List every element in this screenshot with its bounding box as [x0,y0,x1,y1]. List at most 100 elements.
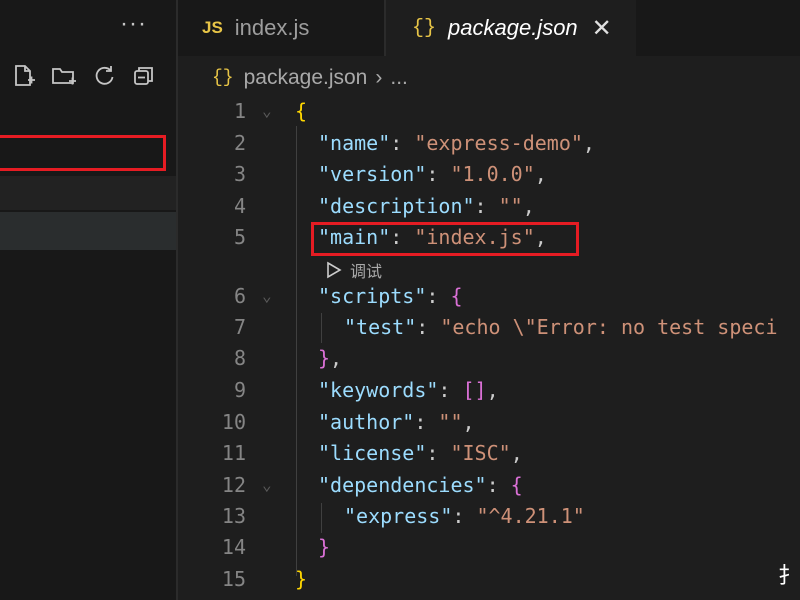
code-token: : [486,473,511,497]
codelens-label: 调试 [350,262,383,281]
tab-index-js[interactable]: JS index.js [178,0,384,56]
line-number: 6 [233,284,246,308]
explorer-item-selected[interactable] [0,212,176,250]
code-line[interactable]: 10 "author": "", [178,407,800,437]
line-number: 9 [233,378,246,402]
code-editor[interactable]: 1 ⌄ {2 "name": "express-demo", 3 "version": "… [178,96,800,600]
code-token: : [452,504,477,528]
line-number: 8 [233,346,246,370]
refresh-icon[interactable] [90,62,118,90]
tab-label: package.json [448,15,578,40]
fold-chevron-icon[interactable]: ⌄ [262,281,272,311]
code-text: { [295,96,307,126]
code-line[interactable]: 13 "express": "^4.21.1" [178,501,800,531]
code-token: , [330,346,343,370]
line-number: 5 [233,225,246,249]
collapse-all-icon[interactable] [130,62,158,90]
code-highlight-box [311,222,579,256]
fold-chevron-icon[interactable]: ⌄ [262,470,272,500]
line-number: 15 [221,567,246,591]
code-token: : [390,131,415,155]
code-text: "keywords": [], [318,375,499,405]
explorer-sidebar: ··· [0,0,176,600]
sidebar-highlight-box [0,135,166,171]
code-token: , [534,162,547,186]
breadcrumb-file[interactable]: package.json [244,66,368,90]
code-token: , [582,131,595,155]
code-text: "name": "express-demo", [318,128,595,158]
code-token: "author" [318,410,415,434]
code-text: "description": "", [318,191,535,221]
debug-codelens[interactable]: 调试 [326,259,382,281]
code-token: { [450,284,463,308]
code-token: "test" [344,315,417,339]
code-token: "" [498,194,523,218]
code-line[interactable]: 8}, [178,343,800,373]
code-token: } [318,346,331,370]
code-line[interactable]: 15} [178,564,800,594]
code-text: "version": "1.0.0", [318,159,547,189]
code-text: "dependencies": { [318,470,523,500]
code-token: } [318,535,331,559]
line-number: 10 [221,410,246,434]
code-token: "echo \"Error: no test speci [440,315,778,339]
code-token: : [414,410,439,434]
code-token: "dependencies" [318,473,487,497]
code-token: : [426,441,451,465]
code-token: : [474,194,499,218]
code-text: }, [318,343,342,373]
code-token: , [486,378,499,402]
code-text: } [318,532,330,562]
new-file-icon[interactable] [10,62,38,90]
code-line[interactable]: 14} [178,532,800,562]
line-number: 3 [233,162,246,186]
code-token: { [295,99,308,123]
json-file-icon: {} [212,68,234,88]
code-token: "keywords" [318,378,439,402]
code-token: [] [462,378,487,402]
code-token: : [416,315,441,339]
explorer-toolbar [10,62,158,90]
close-icon[interactable]: ✕ [592,14,612,43]
code-line[interactable]: 3 "version": "1.0.0", [178,159,800,189]
line-number: 12 [221,473,246,497]
code-line[interactable]: 4 "description": "", [178,191,800,221]
code-line[interactable]: 1 ⌄ { [178,96,800,126]
code-token: "1.0.0" [450,162,535,186]
corner-text: 扌 [777,563,800,588]
editor-tab-bar: JS index.js {} package.json ✕ [178,0,800,56]
code-token: : [426,284,451,308]
code-token: "scripts" [318,284,427,308]
code-token: "" [438,410,463,434]
code-token: { [510,473,523,497]
code-token: "version" [318,162,427,186]
code-token: "description" [318,194,475,218]
code-token: , [462,410,475,434]
code-text: "author": "", [318,407,475,437]
breadcrumb: {} package.json › ... [212,64,408,92]
breadcrumb-more[interactable]: ... [390,66,408,90]
play-icon [327,261,342,279]
code-token: } [295,567,308,591]
code-line[interactable]: 9 "keywords": [], [178,375,800,405]
code-line[interactable]: 12 ⌄ "dependencies": { [178,470,800,500]
code-token: "express-demo" [414,131,583,155]
line-number: 11 [221,441,246,465]
code-token: "license" [318,441,427,465]
fold-chevron-icon[interactable]: ⌄ [262,96,272,126]
code-text: "license": "ISC", [318,438,523,468]
chevron-right-icon: › [375,66,383,89]
explorer-item[interactable] [0,176,176,210]
tab-package-json[interactable]: {} package.json ✕ [386,0,636,56]
code-line[interactable]: 7 "test": "echo \"Error: no test speci [178,312,800,342]
code-token: "name" [318,131,391,155]
tab-label: index.js [234,15,310,40]
code-token: , [510,441,523,465]
code-line[interactable]: 11 "license": "ISC", [178,438,800,468]
code-token: , [522,194,535,218]
code-line[interactable]: 2 "name": "express-demo", [178,128,800,158]
new-folder-icon[interactable] [50,62,78,90]
code-line[interactable]: 6 ⌄ "scripts": { [178,281,800,311]
more-actions-button[interactable]: ··· [120,10,147,38]
line-number: 4 [233,194,246,218]
